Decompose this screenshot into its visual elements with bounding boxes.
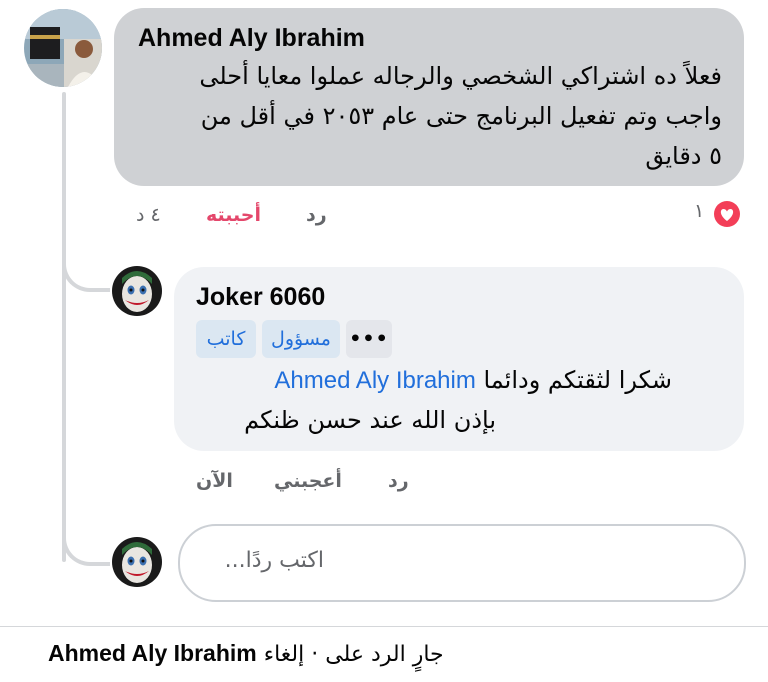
reply-time[interactable]: الآن <box>196 470 233 492</box>
thread-branch-reply <box>62 258 110 292</box>
comment-like-button[interactable]: أحببته <box>206 204 261 226</box>
comment-time[interactable]: ٤ د <box>136 204 161 226</box>
reply-text-line-1: شكرا لثقتكم ودائما Ahmed Aly Ibrahim <box>274 366 672 395</box>
comment-text-line-2: واجب وتم تفعيل البرنامج حتى عام ٢٠٥٣ في … <box>200 102 722 130</box>
replying-to-bar: Ahmed Aly Ibrahim جارٍ الرد على · إلغاء <box>48 640 444 667</box>
comment-reply-button[interactable]: رد <box>306 204 327 226</box>
reaction-count[interactable]: ١ <box>694 200 704 222</box>
comment-text-line-1: فعلاً ده اشتراكي الشخصي والرجاله عملوا م… <box>199 62 722 90</box>
reply-author[interactable]: Joker 6060 <box>196 283 325 312</box>
more-badges-button[interactable]: ••• <box>346 320 392 358</box>
replying-to-prefix: جارٍ الرد على <box>325 642 444 667</box>
reply-input-placeholder: اكتب ردًا... <box>224 548 324 573</box>
comment-text-line-3: ٥ دقايق <box>645 142 722 170</box>
heart-reaction-icon[interactable] <box>712 199 742 229</box>
reply-reply-button[interactable]: رد <box>388 470 409 492</box>
replying-to-name: Ahmed Aly Ibrahim <box>48 640 257 666</box>
badge-author[interactable]: كاتب <box>196 320 256 358</box>
thread-branch-composer <box>62 532 110 566</box>
thread-line <box>62 92 66 562</box>
reply-mention-link[interactable]: Ahmed Aly Ibrahim <box>274 367 475 394</box>
reply-input[interactable]: اكتب ردًا... <box>178 524 746 602</box>
badge-admin[interactable]: مسؤول <box>262 320 340 358</box>
footer-divider <box>0 626 768 627</box>
composer-avatar <box>112 537 162 587</box>
footer-separator: · <box>311 642 319 667</box>
comment-author[interactable]: Ahmed Aly Ibrahim <box>138 24 365 53</box>
avatar-joker[interactable] <box>112 266 162 316</box>
cancel-reply-button[interactable]: إلغاء <box>264 642 304 667</box>
avatar-ahmed[interactable] <box>24 9 102 87</box>
reply-text-prefix: شكرا لثقتكم ودائما <box>483 366 672 394</box>
reply-like-button[interactable]: أعجبني <box>274 470 342 492</box>
reply-text-line-2: بإذن الله عند حسن ظنكم <box>244 406 496 434</box>
